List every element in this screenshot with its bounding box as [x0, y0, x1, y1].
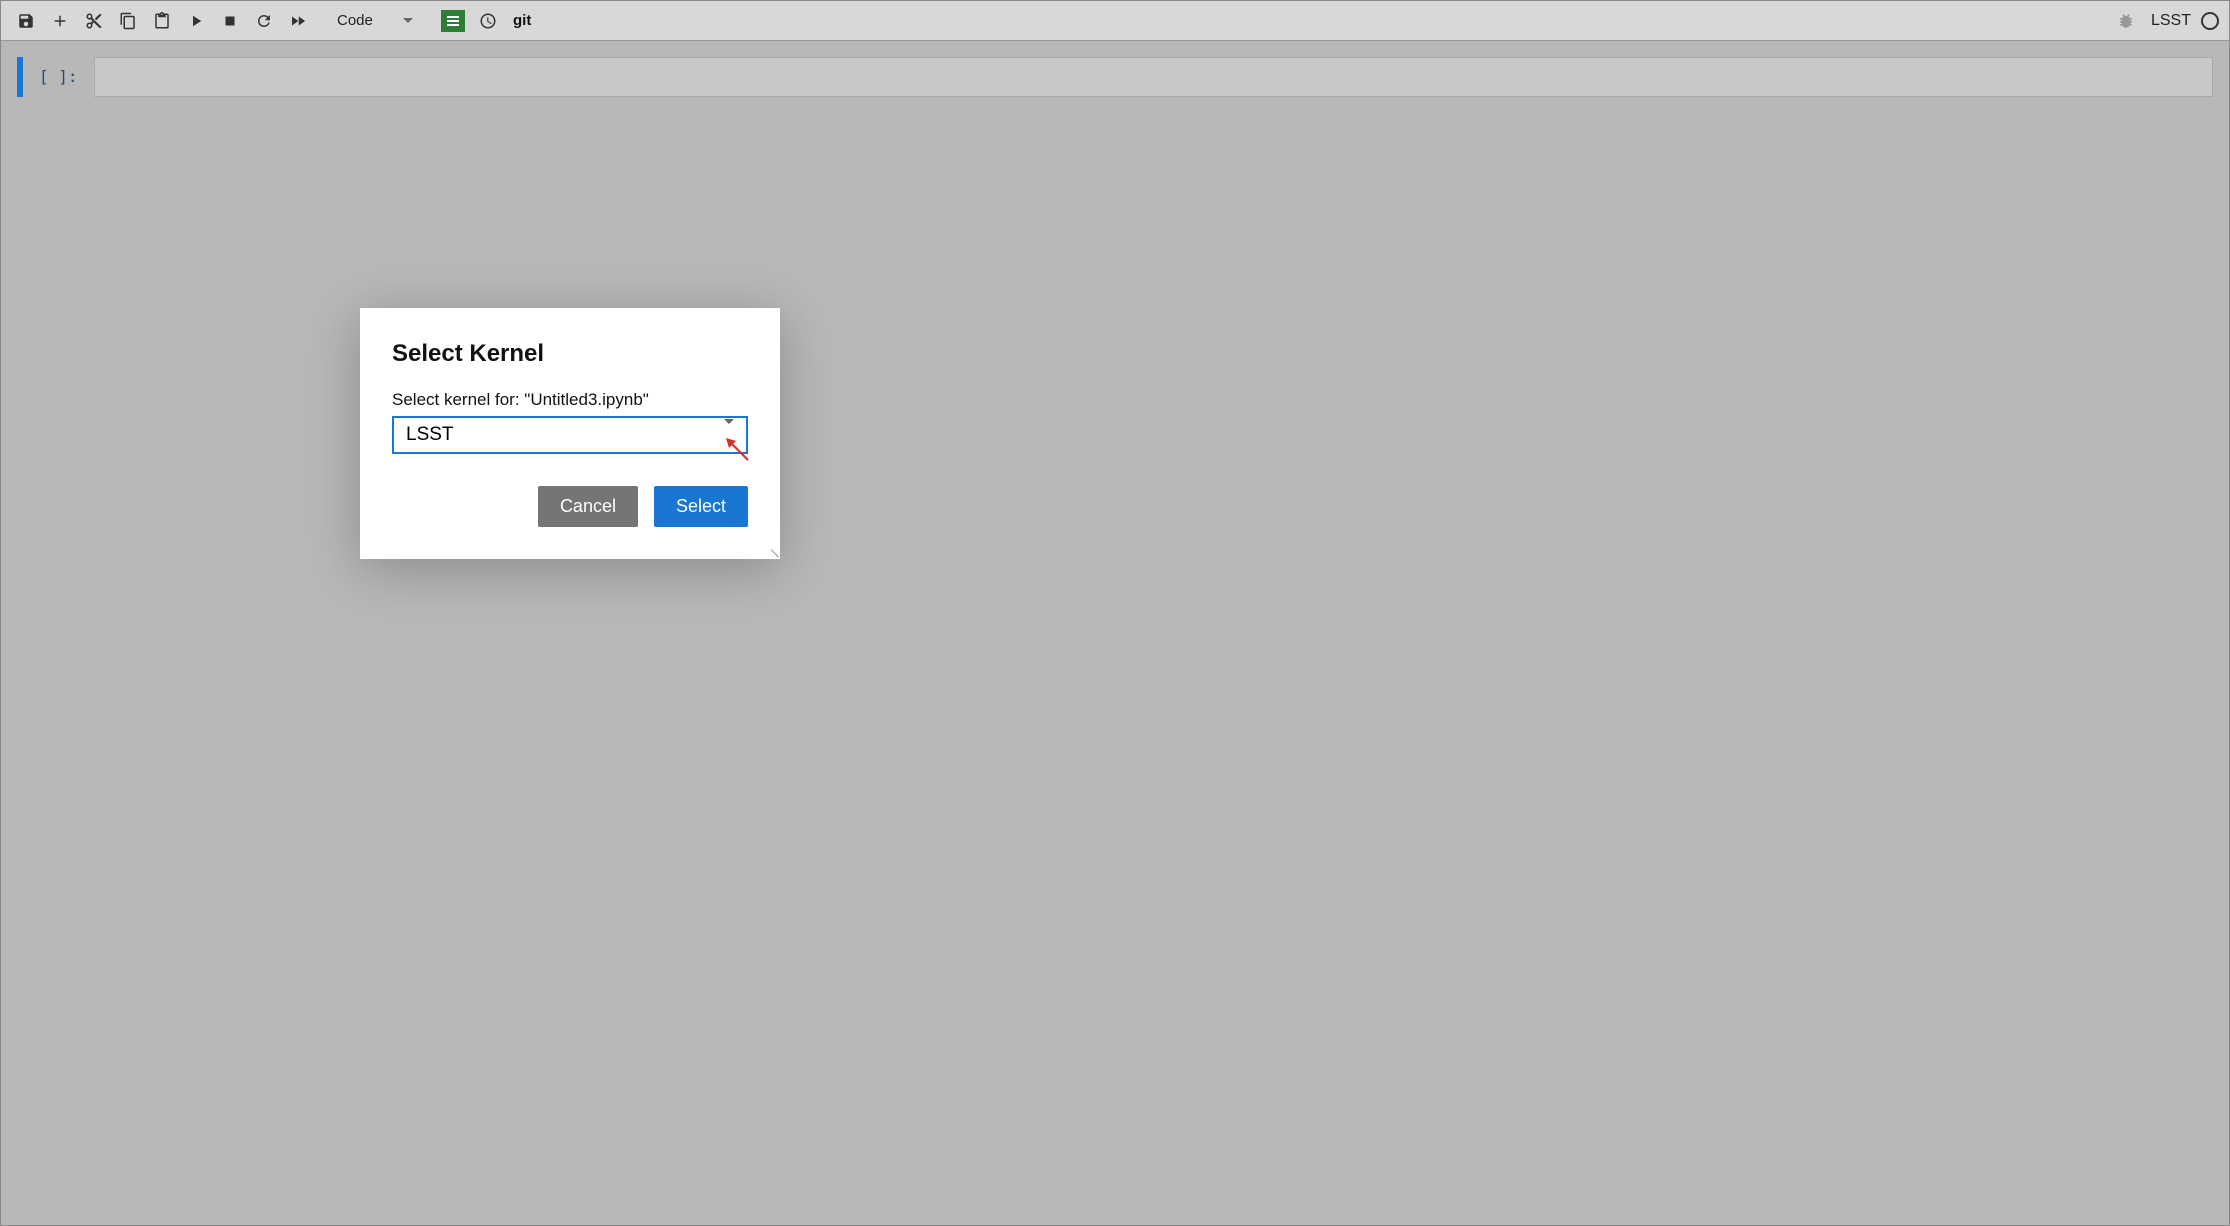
modal-overlay: Select Kernel Select kernel for: "Untitl… — [0, 0, 2230, 1226]
dialog-buttons: Cancel Select — [392, 486, 748, 527]
kernel-select-dropdown[interactable]: LSST — [392, 416, 748, 454]
dialog-label: Select kernel for: "Untitled3.ipynb" — [392, 390, 748, 410]
dialog-title: Select Kernel — [392, 340, 748, 368]
resize-handle-icon — [766, 545, 778, 557]
chevron-down-icon — [724, 419, 734, 445]
selected-kernel-label: LSST — [406, 424, 454, 446]
cancel-button[interactable]: Cancel — [538, 486, 638, 527]
select-kernel-dialog: Select Kernel Select kernel for: "Untitl… — [360, 308, 780, 559]
select-button[interactable]: Select — [654, 486, 748, 527]
dropdown-chevron — [724, 424, 734, 446]
